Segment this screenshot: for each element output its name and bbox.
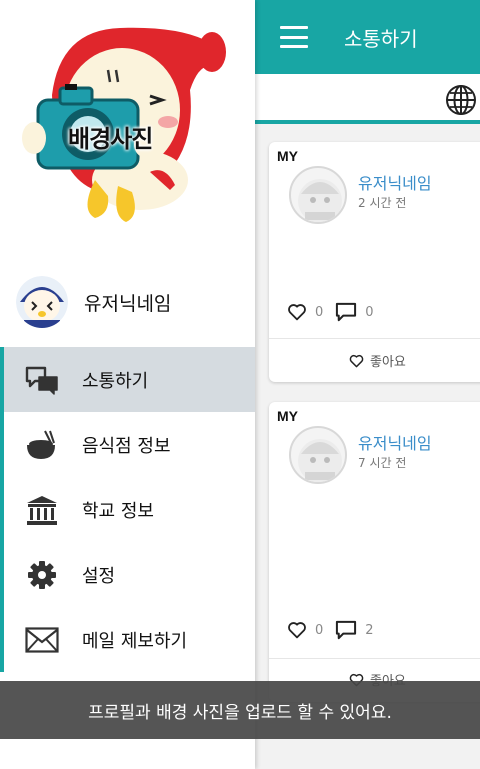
chat-bubbles-icon <box>22 365 62 395</box>
post-author[interactable]: 유저닉네임 <box>358 430 432 454</box>
main-pane: 소통하기 MY 유저닉네임 2 시간 전 0 0 좋아요 MY 유저닉네임 7 … <box>255 0 480 769</box>
search-bar[interactable] <box>255 74 480 124</box>
like-count: 0 <box>315 622 324 638</box>
menu-item-label: 소통하기 <box>82 370 149 392</box>
avatar[interactable] <box>16 276 68 328</box>
like-button[interactable]: 좋아요 <box>349 351 406 370</box>
heart-icon <box>349 354 364 367</box>
post-author[interactable]: 유저닉네임 <box>358 170 432 194</box>
caption-overlay: 프로필과 배경 사진을 업로드 할 수 있어요. <box>0 681 480 739</box>
bank-building-icon <box>22 494 62 526</box>
card-divider <box>269 338 480 339</box>
comment-count: 0 <box>365 304 374 320</box>
post-time: 7 시간 전 <box>358 456 407 470</box>
profile[interactable]: 유저닉네임 <box>16 276 171 328</box>
background-photo-label: 배경사진 <box>68 125 153 153</box>
gear-icon <box>22 560 62 590</box>
post-card[interactable]: MY 유저닉네임 7 시간 전 0 2 좋아요 <box>269 402 480 702</box>
heart-icon[interactable] <box>287 303 307 321</box>
envelope-icon <box>22 626 62 653</box>
menu-item-school-info[interactable]: 학교 정보 <box>0 477 255 542</box>
rice-bowl-icon <box>22 429 62 461</box>
post-stats: 0 0 <box>287 302 386 322</box>
menu-item-label: 학교 정보 <box>82 500 154 522</box>
menu-item-communicate[interactable]: 소통하기 <box>0 347 255 412</box>
my-badge: MY <box>277 408 298 424</box>
heart-icon[interactable] <box>287 621 307 639</box>
menu-item-restaurant-info[interactable]: 음식점 정보 <box>0 412 255 477</box>
post-stats: 0 2 <box>287 620 386 640</box>
avatar[interactable] <box>289 426 347 484</box>
navigation-drawer: 배경사진 유저닉네임 소통하기 음식점 정보 학교 정보 설정 메일 제보하기 <box>0 0 255 769</box>
menu-item-label: 설정 <box>82 565 116 587</box>
globe-icon[interactable] <box>445 84 477 116</box>
menu-item-mail-report[interactable]: 메일 제보하기 <box>0 607 255 672</box>
post-time: 2 시간 전 <box>358 196 407 210</box>
profile-name: 유저닉네임 <box>84 292 172 315</box>
menu-item-settings[interactable]: 설정 <box>0 542 255 607</box>
menu-item-label: 음식점 정보 <box>82 435 171 457</box>
background-photo[interactable]: 배경사진 <box>0 0 255 250</box>
my-badge: MY <box>277 148 298 164</box>
like-count: 0 <box>315 304 324 320</box>
post-card[interactable]: MY 유저닉네임 2 시간 전 0 0 좋아요 <box>269 142 480 382</box>
page-title: 소통하기 <box>344 26 418 51</box>
like-button-label: 좋아요 <box>370 355 406 370</box>
comment-icon[interactable] <box>335 302 357 322</box>
comment-icon[interactable] <box>335 620 357 640</box>
hamburger-icon[interactable] <box>280 26 308 48</box>
app-bar: 소통하기 <box>255 0 480 74</box>
avatar[interactable] <box>289 166 347 224</box>
menu-item-label: 메일 제보하기 <box>82 630 188 652</box>
card-divider <box>269 658 480 659</box>
comment-count: 2 <box>365 622 374 638</box>
drawer-menu: 소통하기 음식점 정보 학교 정보 설정 메일 제보하기 <box>0 347 255 672</box>
